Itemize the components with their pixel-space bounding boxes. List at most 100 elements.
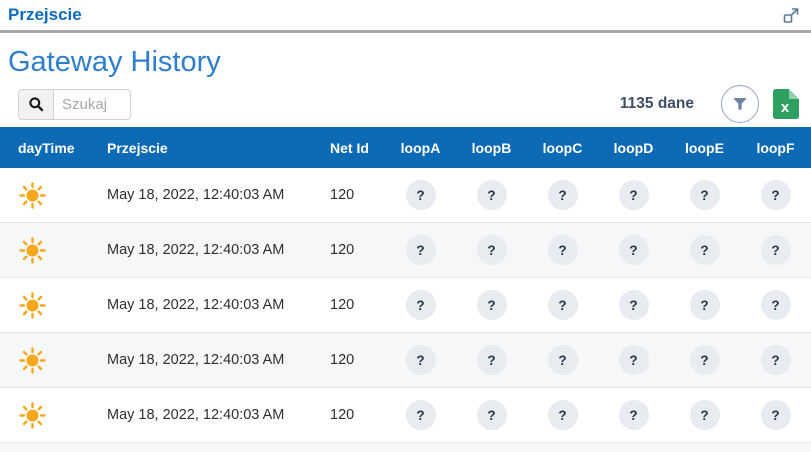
loope-cell: ? [669, 290, 740, 320]
loopf-cell: ? [740, 400, 811, 430]
sun-icon [19, 402, 46, 429]
loopd-status-button[interactable]: ? [619, 400, 649, 430]
column-header-loopf[interactable]: loopF [740, 140, 811, 156]
loopd-cell: ? [598, 345, 669, 375]
loopf-status-button[interactable]: ? [761, 235, 791, 265]
column-header-loopd[interactable]: loopD [598, 140, 669, 156]
loopa-status-button[interactable]: ? [406, 290, 436, 320]
sun-icon [19, 292, 46, 319]
loope-status-button[interactable]: ? [690, 290, 720, 320]
search-addon [18, 89, 53, 120]
loopa-status-button[interactable]: ? [406, 345, 436, 375]
loopf-cell: ? [740, 290, 811, 320]
przejscie-cell: May 18, 2022, 12:40:03 AM [107, 187, 325, 203]
table-row: May 18, 2022, 12:40:03 AM 120 ? ? ? ? ? … [0, 278, 811, 333]
loopc-cell: ? [527, 345, 598, 375]
daytime-cell [0, 182, 107, 209]
loopc-cell: ? [527, 180, 598, 210]
przejscie-cell: May 18, 2022, 12:40:03 AM [107, 242, 325, 258]
loopc-status-button[interactable]: ? [548, 235, 578, 265]
loopf-status-button[interactable]: ? [761, 290, 791, 320]
column-header-przejscie[interactable]: Przejscie [107, 140, 325, 156]
loopc-status-button[interactable]: ? [548, 400, 578, 430]
table-body: May 18, 2022, 12:40:03 AM 120 ? ? ? ? ? … [0, 168, 811, 452]
loopb-status-button[interactable]: ? [477, 290, 507, 320]
netid-cell: 120 [325, 242, 385, 258]
grid-toolbar: 1135 dane x [0, 86, 811, 122]
export-excel-button[interactable]: x [773, 89, 799, 119]
loope-cell: ? [669, 345, 740, 375]
table-row: May 18, 2022, 12:40:03 AM 120 ? ? ? ? ? … [0, 443, 811, 452]
loopf-status-button[interactable]: ? [761, 400, 791, 430]
daytime-cell [0, 237, 107, 264]
funnel-icon [732, 97, 748, 111]
loopb-cell: ? [456, 400, 527, 430]
loopa-cell: ? [385, 400, 456, 430]
loopd-status-button[interactable]: ? [619, 345, 649, 375]
loopb-status-button[interactable]: ? [477, 180, 507, 210]
loope-status-button[interactable]: ? [690, 180, 720, 210]
loope-cell: ? [669, 235, 740, 265]
przejscie-cell: May 18, 2022, 12:40:03 AM [107, 407, 325, 423]
loopb-cell: ? [456, 345, 527, 375]
column-header-daytime[interactable]: dayTime [0, 140, 107, 156]
gateway-history-page: Przejscie Gateway History 1135 d [0, 0, 811, 452]
loopc-cell: ? [527, 290, 598, 320]
loopc-status-button[interactable]: ? [548, 180, 578, 210]
sun-icon [19, 182, 46, 209]
loopa-cell: ? [385, 345, 456, 375]
loopf-cell: ? [740, 180, 811, 210]
netid-cell: 120 [325, 352, 385, 368]
przejscie-cell: May 18, 2022, 12:40:03 AM [107, 297, 325, 313]
loopa-cell: ? [385, 235, 456, 265]
loopb-cell: ? [456, 290, 527, 320]
column-header-loope[interactable]: loopE [669, 140, 740, 156]
loope-status-button[interactable]: ? [690, 400, 720, 430]
window-titlebar: Przejscie [0, 0, 811, 33]
search-input[interactable] [53, 89, 131, 120]
loope-cell: ? [669, 180, 740, 210]
loopf-status-button[interactable]: ? [761, 345, 791, 375]
loopb-status-button[interactable]: ? [477, 400, 507, 430]
expand-window-icon [781, 5, 801, 25]
column-header-loopb[interactable]: loopB [456, 140, 527, 156]
loopa-status-button[interactable]: ? [406, 400, 436, 430]
loopb-cell: ? [456, 180, 527, 210]
loope-status-button[interactable]: ? [690, 345, 720, 375]
column-header-netid[interactable]: Net Id [325, 140, 385, 156]
table-row: May 18, 2022, 12:40:03 AM 120 ? ? ? ? ? … [0, 388, 811, 443]
expand-window-button[interactable] [781, 5, 801, 25]
netid-cell: 120 [325, 407, 385, 423]
grid-header-row: dayTime Przejscie Net Id loopA loopB loo… [0, 127, 811, 168]
loope-cell: ? [669, 400, 740, 430]
filter-button[interactable] [721, 85, 759, 123]
window-title: Przejscie [8, 5, 82, 25]
loopf-status-button[interactable]: ? [761, 180, 791, 210]
daytime-cell [0, 292, 107, 319]
loope-status-button[interactable]: ? [690, 235, 720, 265]
loopa-status-button[interactable]: ? [406, 180, 436, 210]
sun-icon [19, 347, 46, 374]
loopd-status-button[interactable]: ? [619, 235, 649, 265]
loopb-status-button[interactable]: ? [477, 235, 507, 265]
loopd-status-button[interactable]: ? [619, 180, 649, 210]
loopc-cell: ? [527, 235, 598, 265]
loopf-cell: ? [740, 235, 811, 265]
loopb-cell: ? [456, 235, 527, 265]
loopb-status-button[interactable]: ? [477, 345, 507, 375]
toolbar-right: 1135 dane x [620, 85, 799, 123]
loopd-status-button[interactable]: ? [619, 290, 649, 320]
table-row: May 18, 2022, 12:40:03 AM 120 ? ? ? ? ? … [0, 223, 811, 278]
loopc-status-button[interactable]: ? [548, 345, 578, 375]
loopd-cell: ? [598, 235, 669, 265]
table-row: May 18, 2022, 12:40:03 AM 120 ? ? ? ? ? … [0, 333, 811, 388]
data-grid: dayTime Przejscie Net Id loopA loopB loo… [0, 127, 811, 452]
column-header-loopc[interactable]: loopC [527, 140, 598, 156]
loopa-cell: ? [385, 290, 456, 320]
loopa-status-button[interactable]: ? [406, 235, 436, 265]
column-header-loopa[interactable]: loopA [385, 140, 456, 156]
loopc-status-button[interactable]: ? [548, 290, 578, 320]
sun-icon [19, 237, 46, 264]
svg-text:x: x [781, 99, 790, 116]
daytime-cell [0, 402, 107, 429]
